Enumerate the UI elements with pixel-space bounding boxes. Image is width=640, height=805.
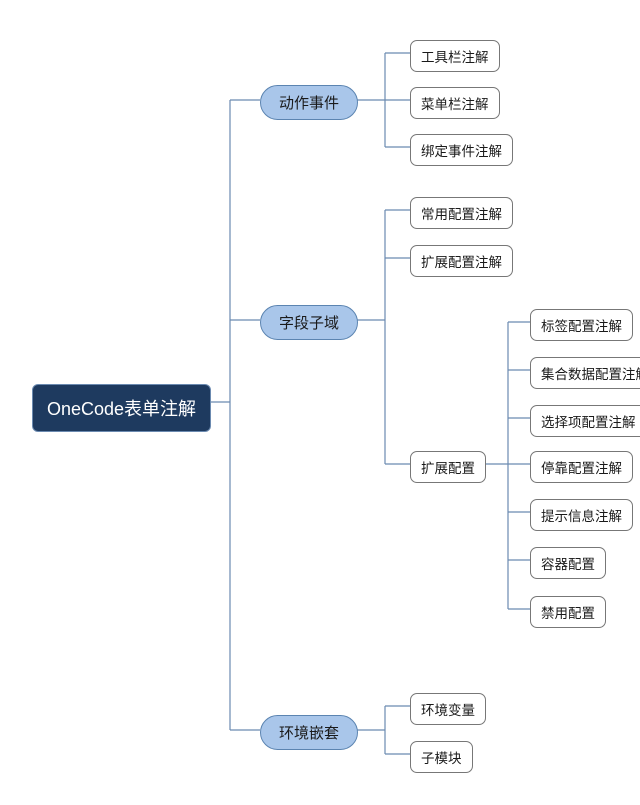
leaf-containercfg: 容器配置	[530, 547, 606, 579]
root-label: OneCode表单注解	[47, 395, 196, 421]
branch-field-label: 字段子域	[279, 312, 339, 333]
leaf-labelconfig-label: 标签配置注解	[541, 315, 622, 335]
leaf-bindevent: 绑定事件注解	[410, 134, 513, 166]
leaf-bindevent-label: 绑定事件注解	[421, 140, 502, 160]
branch-action-label: 动作事件	[279, 92, 339, 113]
leaf-collectconfig: 集合数据配置注解	[530, 357, 640, 389]
branch-action: 动作事件	[260, 85, 358, 120]
leaf-collectconfig-label: 集合数据配置注解	[541, 363, 640, 383]
leaf-selectconfig-label: 选择项配置注解	[541, 411, 636, 431]
leaf-dockconfig: 停靠配置注解	[530, 451, 633, 483]
leaf-commonconfig-label: 常用配置注解	[421, 203, 502, 223]
root-node: OneCode表单注解	[32, 384, 211, 432]
leaf-menubar: 菜单栏注解	[410, 87, 500, 119]
leaf-disablecfg: 禁用配置	[530, 596, 606, 628]
leaf-toolbar-label: 工具栏注解	[421, 46, 489, 66]
leaf-labelconfig: 标签配置注解	[530, 309, 633, 341]
leaf-toolbar: 工具栏注解	[410, 40, 500, 72]
leaf-hintconfig-label: 提示信息注解	[541, 505, 622, 525]
branch-env-label: 环境嵌套	[279, 722, 339, 743]
leaf-hintconfig: 提示信息注解	[530, 499, 633, 531]
leaf-extendconfig: 扩展配置	[410, 451, 486, 483]
leaf-submodule-label: 子模块	[421, 747, 462, 767]
leaf-extendconfig-label: 扩展配置	[421, 457, 475, 477]
leaf-commonconfig: 常用配置注解	[410, 197, 513, 229]
leaf-envvar-label: 环境变量	[421, 699, 475, 719]
leaf-envvar: 环境变量	[410, 693, 486, 725]
leaf-menubar-label: 菜单栏注解	[421, 93, 489, 113]
leaf-selectconfig: 选择项配置注解	[530, 405, 640, 437]
leaf-extendconfig-a: 扩展配置注解	[410, 245, 513, 277]
leaf-extendconfig-a-label: 扩展配置注解	[421, 251, 502, 271]
branch-env: 环境嵌套	[260, 715, 358, 750]
leaf-containercfg-label: 容器配置	[541, 553, 595, 573]
leaf-submodule: 子模块	[410, 741, 473, 773]
branch-field: 字段子域	[260, 305, 358, 340]
leaf-disablecfg-label: 禁用配置	[541, 602, 595, 622]
leaf-dockconfig-label: 停靠配置注解	[541, 457, 622, 477]
